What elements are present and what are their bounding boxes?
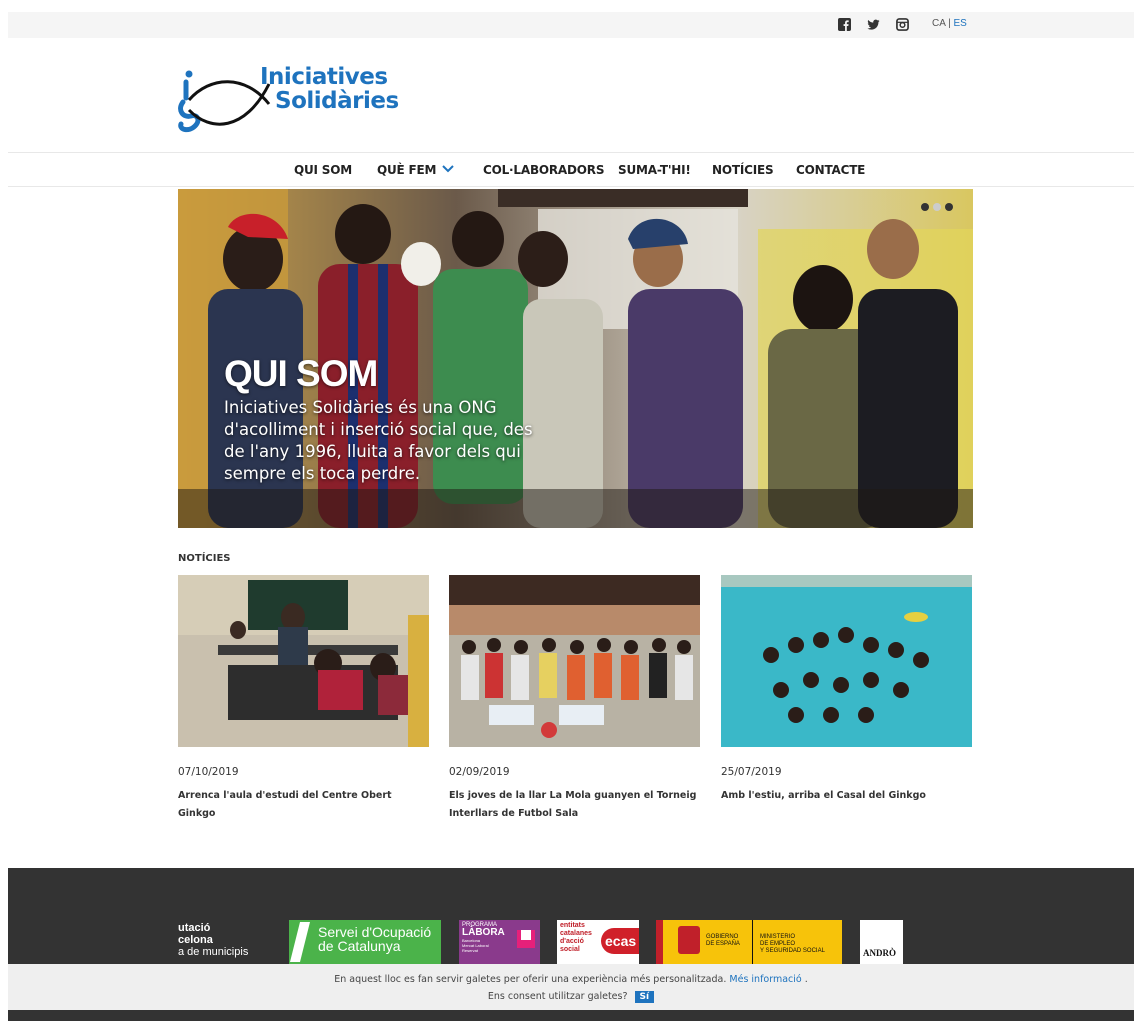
news-title[interactable]: Amb l'estiu, arriba el Casal del Ginkgo [721,787,972,805]
cookie-more-info-link[interactable]: Més informació [729,974,801,985]
ecas-logo[interactable]: entitats catalanes d'acció social ecas [557,920,639,964]
gobierno-line2: DE ESPAÑA [706,941,740,947]
cookie-line2: Ens consent utilitzar galetes? Sí [8,991,1134,1003]
news-image[interactable] [178,575,429,747]
nav-divider-bottom [8,186,1134,187]
nav-suma-thi[interactable]: SUMA-T'HI! [618,163,691,177]
news-title[interactable]: Arrenca l'aula d'estudi del Centre Obert… [178,787,429,823]
logo-text-line2: Solidàries [275,88,399,114]
slider-dot-2[interactable] [933,203,941,211]
cookie-message: En aquest lloc es fan servir galetes per… [334,974,727,985]
top-bar: CA | ES [8,12,1134,38]
news-title[interactable]: Els joves de la llar La Mola guanyen el … [449,787,700,823]
gobierno-line1: GOBIERNO [706,934,739,940]
lang-es[interactable]: ES [954,18,967,29]
soc-line1: Servei d'Ocupació [318,924,432,940]
ecas-line4: social [560,946,580,953]
news-heading: NOTÍCIES [178,553,231,564]
ministerio-line3: Y SEGURIDAD SOCIAL [760,948,825,954]
cookie-punct: . [801,974,808,985]
diputacio-line1: utació [178,922,211,934]
cookie-line1: En aquest lloc es fan servir galetes per… [8,974,1134,985]
site-logo[interactable]: Iniciatives Solidàries [175,58,405,138]
diputacio-line2: celona [178,934,213,946]
nav-qui-som[interactable]: QUI SOM [294,163,352,177]
news-card[interactable]: 25/07/2019 Amb l'estiu, arriba el Casal … [721,575,972,801]
language-switcher: CA | ES [932,18,967,29]
social-links [838,18,909,31]
nav-que-fem[interactable]: QUÈ FEM [377,163,436,177]
ecas-line2: catalanes [560,930,592,937]
ministerio-line2: DE EMPLEO [760,941,796,947]
facebook-icon[interactable] [838,18,851,31]
cookie-banner: En aquest lloc es fan servir galetes per… [8,964,1134,1010]
andro-text: ANDRÒ [863,948,896,958]
diputacio-line3: a de municipis [178,946,249,958]
hero-slider[interactable]: QUI SOM Iniciatives Solidàries és una ON… [178,189,973,528]
news-date: 25/07/2019 [721,766,782,778]
labora-line5: Reservat [462,948,479,953]
main-nav: QUI SOM QUÈ FEM COL·LABORADORS SUMA-T'HI… [0,163,1134,181]
cookie-question: Ens consent utilitzar galetes? [487,991,628,1002]
hero-title: QUI SOM [224,353,378,394]
news-date: 07/10/2019 [178,766,239,778]
lang-separator: | [945,18,954,29]
ministerio-line1: MINISTERIO [760,934,796,940]
slider-dot-1[interactable] [921,203,929,211]
ecas-mark: ecas [601,928,639,954]
news-card[interactable]: 02/09/2019 Els joves de la llar La Mola … [449,575,700,819]
soc-line2: de Catalunya [318,938,401,954]
news-image[interactable] [449,575,700,747]
soc-logo[interactable]: Servei d'Ocupació de Catalunya [289,920,441,964]
gobierno-logo[interactable]: GOBIERNO DE ESPAÑA MINISTERIO DE EMPLEO … [656,920,842,964]
slider-dots [921,203,953,211]
slider-dot-3[interactable] [945,203,953,211]
ecas-line1: entitats [560,922,585,929]
logo-text-line1: Iniciatives [260,64,388,90]
lang-ca[interactable]: CA [932,18,945,29]
news-date: 02/09/2019 [449,766,510,778]
nav-contacte[interactable]: CONTACTE [796,163,865,177]
nav-divider-top [8,152,1134,153]
labora-line2: LÀBORA [462,927,505,938]
nav-col-laboradors[interactable]: COL·LABORADORS [483,163,604,177]
ecas-line3: d'acció [560,938,584,945]
news-image[interactable] [721,575,972,747]
news-card[interactable]: 07/10/2019 Arrenca l'aula d'estudi del C… [178,575,429,819]
labora-logo[interactable]: PROGRAMA LÀBORA Barcelona Mercat Laboral… [459,920,540,964]
diputacio-logo[interactable]: utació celona a de municipis [178,920,278,964]
instagram-icon[interactable] [896,18,909,31]
cookie-accept-button[interactable]: Sí [634,991,655,1003]
nav-noticies[interactable]: NOTÍCIES [712,163,774,177]
chevron-down-icon[interactable] [441,163,455,175]
andro-logo[interactable]: ANDRÒ [860,920,903,964]
twitter-icon[interactable] [867,18,880,31]
hero-description: Iniciatives Solidàries és una ONG d'acol… [224,398,533,483]
